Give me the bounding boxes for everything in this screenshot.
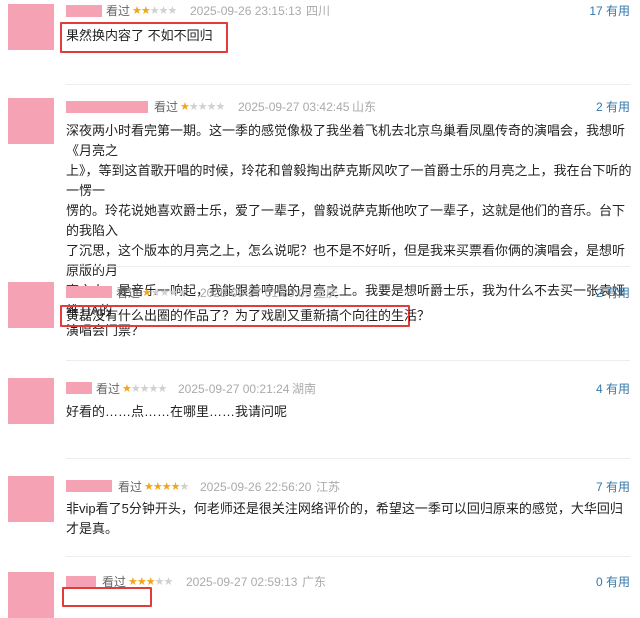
star-filled-icon: ★	[152, 481, 163, 493]
review-time: 2025-09-26 23:15:13	[190, 4, 302, 18]
watched-label: 看过	[118, 480, 143, 494]
star-empty-icon: ★	[168, 287, 179, 299]
rating-stars: ★★★★★	[122, 382, 168, 396]
review-time: 2025-09-26 22:56:20	[200, 480, 312, 494]
star-filled-icon: ★	[170, 481, 181, 493]
avatar[interactable]	[8, 572, 54, 618]
watched-label: 看过	[106, 4, 131, 18]
divider	[66, 458, 630, 459]
rating-stars: ★★★★★	[180, 100, 226, 114]
star-empty-icon: ★	[179, 481, 190, 493]
rating-stars: ★★★★★	[132, 4, 178, 18]
useful-vote-button[interactable]: 2 有用	[596, 286, 630, 300]
star-filled-icon: ★	[161, 481, 172, 493]
star-empty-icon: ★	[130, 383, 141, 395]
star-empty-icon: ★	[139, 383, 150, 395]
username-masked[interactable]	[66, 101, 148, 113]
star-filled-icon: ★	[140, 5, 151, 17]
review-location: 山东	[352, 100, 377, 114]
rating-stars: ★★★★★	[144, 480, 190, 494]
useful-vote-button[interactable]: 17 有用	[589, 4, 630, 18]
review-time: 2025-09-27 00:21:24	[178, 382, 290, 396]
useful-vote-button[interactable]: 7 有用	[596, 480, 630, 494]
watched-label: 看过	[154, 100, 179, 114]
star-empty-icon: ★	[206, 101, 217, 113]
review-content: 好看的……点……在哪里……我请问呢	[66, 404, 288, 419]
username-masked[interactable]	[66, 480, 112, 492]
avatar[interactable]	[8, 476, 54, 522]
star-filled-icon: ★	[132, 5, 142, 17]
review-content: 果然换内容了 不如不回归	[66, 28, 213, 43]
star-filled-icon: ★	[144, 481, 154, 493]
watched-label: 看过	[116, 286, 141, 300]
divider	[66, 266, 630, 267]
star-empty-icon: ★	[215, 101, 226, 113]
highlight-box	[62, 587, 152, 607]
username-masked[interactable]	[66, 382, 92, 394]
review-location: 重庆	[314, 286, 339, 300]
star-empty-icon: ★	[188, 101, 199, 113]
star-filled-icon: ★	[122, 383, 132, 395]
review-location: 湖南	[292, 382, 317, 396]
review-content-line: 深夜两小时看完第一期。这一季的感觉像极了我坐着飞机去北京鸟巢看凤凰传奇的演唱会，…	[66, 123, 626, 158]
review-time: 2025-09-27 02:59:13	[186, 575, 298, 589]
star-empty-icon: ★	[158, 5, 169, 17]
review-time: 2025-09-27 03:42:45	[238, 100, 350, 114]
star-empty-icon: ★	[197, 101, 208, 113]
star-empty-icon: ★	[154, 576, 165, 588]
star-filled-icon: ★	[142, 287, 152, 299]
star-empty-icon: ★	[159, 287, 170, 299]
star-empty-icon: ★	[149, 5, 160, 17]
divider	[66, 556, 630, 557]
review-location: 江苏	[316, 480, 341, 494]
useful-vote-button[interactable]: 0 有用	[596, 575, 630, 589]
star-empty-icon: ★	[163, 576, 174, 588]
username-masked[interactable]	[66, 5, 102, 17]
useful-vote-button[interactable]: 2 有用	[596, 100, 630, 114]
review-time: 2025-09-27 01:39:09	[200, 286, 312, 300]
review-content-line: 愣的。玲花说她喜欢爵士乐，爱了一辈子，曾毅说萨克斯他吹了一辈子，这就是他们的音乐…	[66, 203, 626, 238]
review-content-line: 上》，等到这首歌开唱的时候，玲花和曾毅掏出萨克斯风吹了一首爵士乐的月亮之上，我在…	[66, 163, 632, 198]
divider	[66, 84, 630, 85]
useful-vote-button[interactable]: 4 有用	[596, 382, 630, 396]
star-empty-icon: ★	[167, 5, 178, 17]
review-content: 非vip看了5分钟开头，何老师还是很关注网络评价的，希望这一季可以回归原来的感觉…	[66, 501, 623, 536]
star-empty-icon: ★	[150, 287, 161, 299]
star-empty-icon: ★	[148, 383, 159, 395]
rating-stars: ★★★★★	[142, 286, 188, 300]
username-masked[interactable]	[66, 286, 112, 298]
watched-label: 看过	[96, 382, 121, 396]
star-empty-icon: ★	[177, 287, 188, 299]
avatar[interactable]	[8, 282, 54, 328]
star-empty-icon: ★	[157, 383, 168, 395]
review-location: 四川	[306, 4, 331, 18]
star-filled-icon: ★	[180, 101, 190, 113]
review-location: 广东	[302, 575, 327, 589]
avatar[interactable]	[8, 98, 54, 144]
avatar[interactable]	[8, 378, 54, 424]
divider	[66, 360, 630, 361]
review-content-line: 了沉思，这个版本的月亮之上，怎么说呢？也不是不好听，但是我来买票看你俩的演唱会，…	[66, 243, 626, 278]
avatar[interactable]	[8, 4, 54, 50]
review-content: 黄磊没有什么出圈的作品了？为了戏剧又重新搞个向往的生活？	[66, 308, 431, 323]
